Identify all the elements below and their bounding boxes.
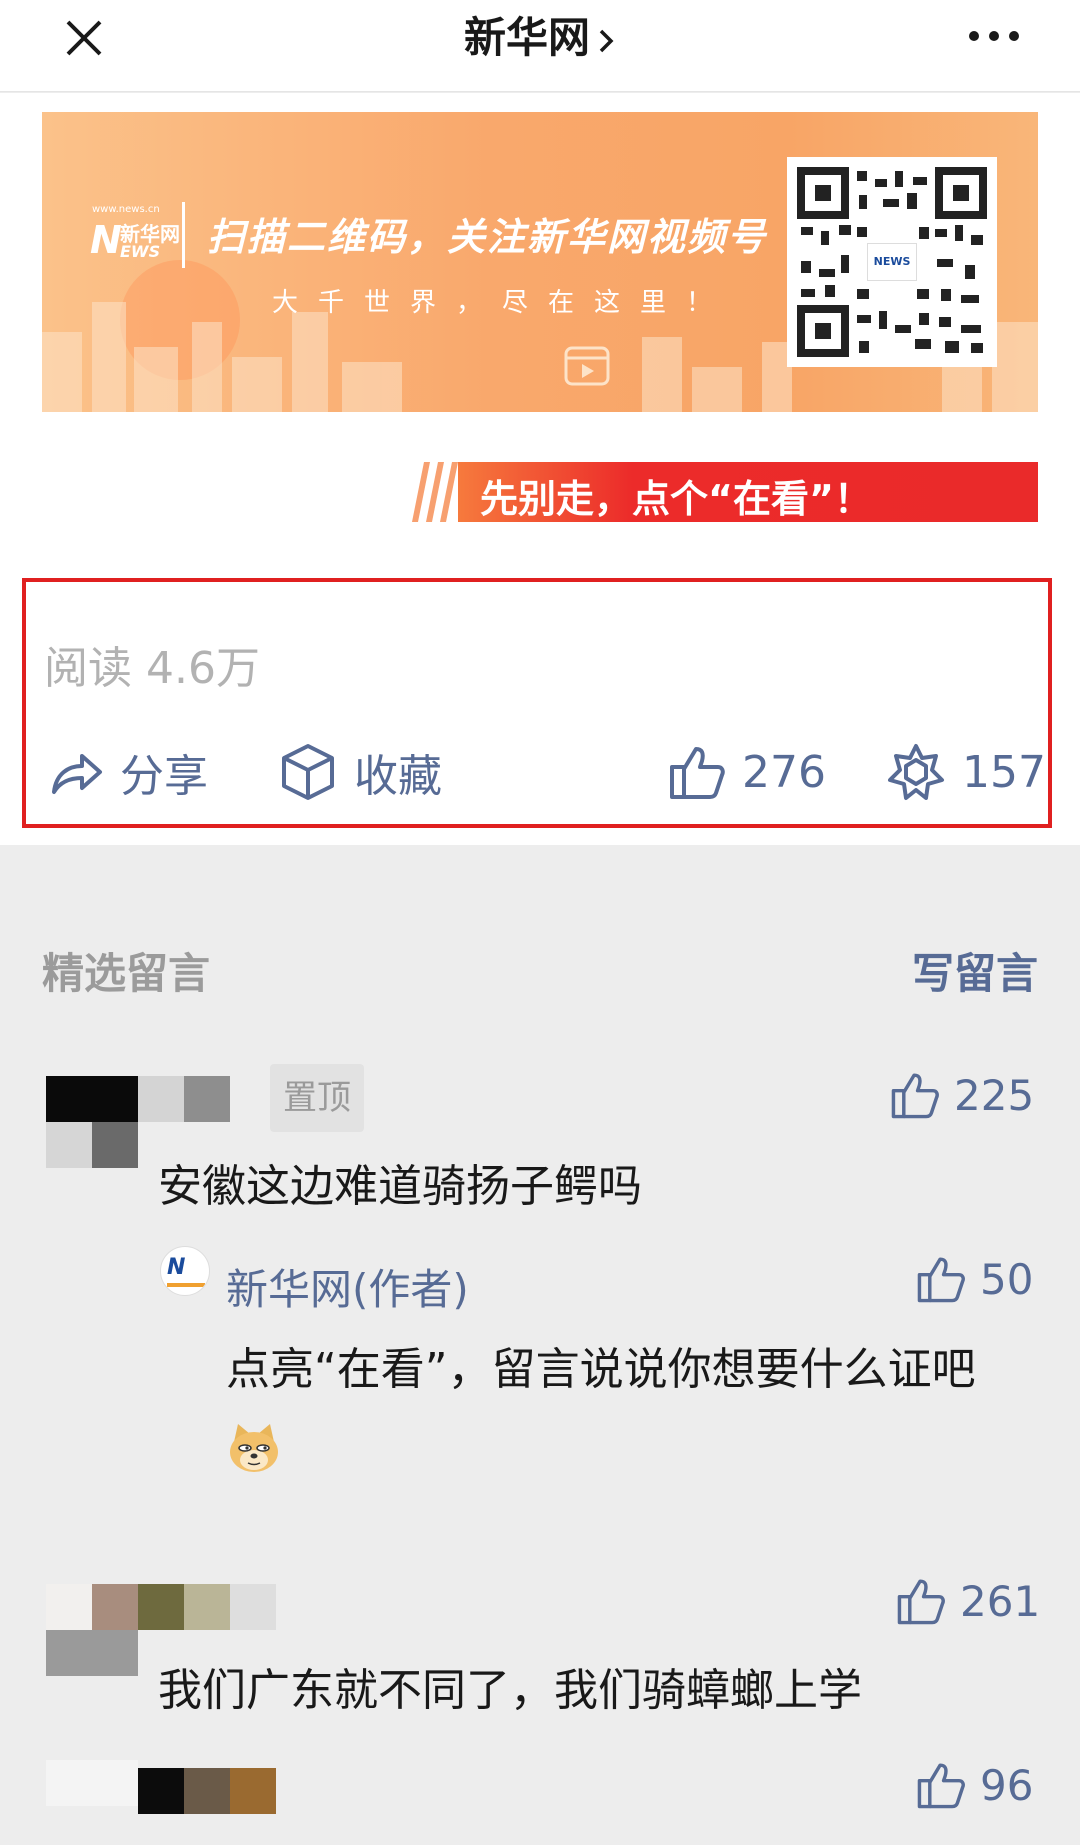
comment-like-button[interactable]: 96 [916, 1760, 1033, 1810]
collect-cube-icon [282, 744, 334, 800]
banner-headline: 扫描二维码，关注新华网视频号 [207, 215, 768, 259]
read-count: 阅读 4.6万 [44, 643, 260, 694]
video-channel-icon [564, 346, 610, 386]
logo-en: EWS [120, 242, 161, 261]
reply-like-count: 50 [980, 1254, 1034, 1304]
share-icon [52, 754, 102, 794]
avatar[interactable] [46, 1760, 138, 1845]
wow-count: 157 [962, 746, 1046, 798]
qr-center-logo: NEWS [867, 243, 917, 281]
doge-emoji-icon [230, 1424, 278, 1472]
commenter-name-mosaic [138, 1076, 230, 1122]
banner-subline: 大千世界，尽在这里！ [272, 288, 733, 318]
qr-code: NEWS [787, 157, 997, 367]
share-label: 分享 [120, 751, 208, 802]
promo-banner[interactable]: www.news.cn N 新华网 EWS 扫描二维码，关注新华网视频号 大千世… [42, 112, 1038, 412]
thumbs-up-icon [917, 1763, 965, 1809]
comment-like-count: 225 [954, 1070, 1035, 1120]
author-avatar[interactable]: N [160, 1246, 210, 1296]
xinhua-logo: www.news.cn N 新华网 EWS [90, 204, 210, 268]
share-button[interactable]: 分享 [48, 738, 208, 806]
comment-text: 安徽这边难道骑扬子鳄吗 [158, 1161, 642, 1212]
pinned-badge: 置顶 [270, 1064, 364, 1132]
like-button[interactable]: 276 [668, 738, 826, 806]
reply-author-name: 新华网(作者) [226, 1265, 469, 1314]
commenter-name-mosaic [138, 1768, 276, 1814]
comment-text: 我们广东就不同了，我们骑蟑螂上学 [158, 1665, 862, 1716]
reply-text-block: 点亮“在看”，留言说说你想要什么证吧 [226, 1332, 1006, 1484]
commenter-name-mosaic [138, 1584, 276, 1630]
logo-divider [182, 202, 185, 268]
featured-comments-title: 精选留言 [42, 949, 211, 998]
collect-button[interactable]: 收藏 [278, 738, 442, 806]
comment-like-button[interactable]: 261 [896, 1576, 1040, 1626]
reply-like-button[interactable]: 50 [916, 1254, 1033, 1304]
chevron-right-icon [599, 29, 614, 52]
thumbs-up-icon [917, 1257, 965, 1303]
wow-button[interactable]: 157 [886, 738, 1046, 806]
account-title[interactable]: 新华网 [0, 8, 1080, 68]
write-comment-button[interactable]: 写留言 [912, 940, 1038, 1001]
account-name: 新华网 [463, 13, 590, 62]
avatar[interactable] [46, 1076, 138, 1168]
ribbon-text: 先别走，点个“在看”！ [480, 477, 872, 521]
avatar-logo-bar [167, 1283, 205, 1287]
collect-label: 收藏 [354, 751, 442, 802]
avatar-logo-letter: N [167, 1255, 186, 1280]
logo-n: N [90, 218, 122, 262]
comment-like-count: 261 [960, 1576, 1041, 1626]
reply-text: 点亮“在看”，留言说说你想要什么证吧 [226, 1344, 976, 1395]
logo-url: www.news.cn [92, 204, 160, 215]
thumbs-up-icon [891, 1073, 939, 1119]
like-count: 276 [742, 746, 826, 798]
comment-like-button[interactable]: 225 [890, 1070, 1034, 1120]
more-icon[interactable] [966, 20, 1022, 52]
avatar[interactable] [46, 1584, 138, 1676]
comment-like-count: 96 [980, 1760, 1034, 1810]
thumbs-up-icon [897, 1579, 945, 1625]
wow-star-icon [888, 744, 944, 800]
top-bar: 新华网 [0, 0, 1080, 92]
stay-ribbon: 先别走，点个“在看”！ [410, 462, 1038, 522]
thumbs-up-icon [670, 747, 725, 799]
